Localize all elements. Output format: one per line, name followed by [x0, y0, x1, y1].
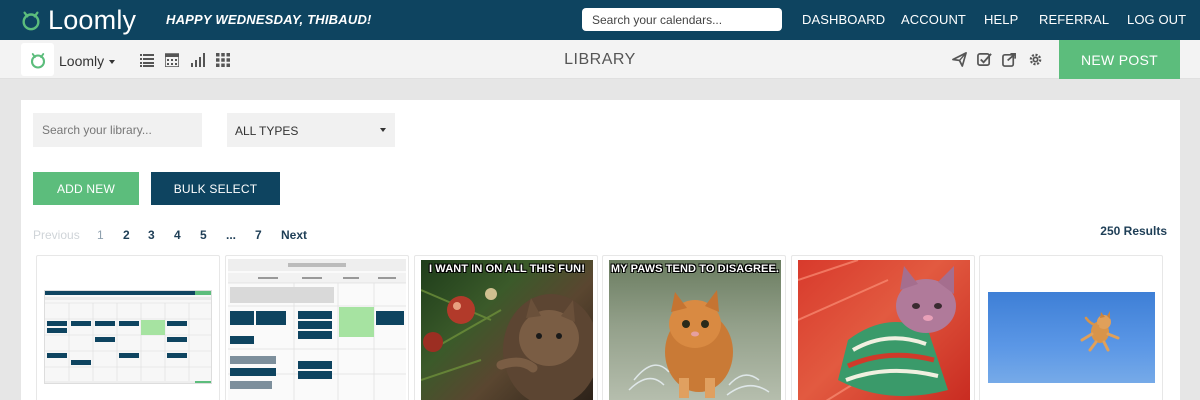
approve-icon[interactable] [977, 52, 992, 67]
cat-meme-thumbnail: MY PAWS TEND TO DISAGREE. [609, 260, 781, 400]
loomly-logo-icon [22, 11, 40, 31]
settings-icon[interactable] [1028, 52, 1043, 67]
cat-meme-image [628, 290, 770, 398]
app-logo[interactable]: Loomly [20, 5, 136, 35]
pagination-page[interactable]: 7 [255, 228, 262, 242]
pagination-ellipsis: ... [226, 228, 237, 242]
library-item[interactable]: MY PAWS TEND TO DISAGREE. [602, 255, 786, 400]
greeting-text: HAPPY WEDNESDAY, THIBAUD! [166, 12, 372, 27]
new-post-button[interactable]: NEW POST [1059, 40, 1180, 79]
pagination-page[interactable]: 4 [174, 228, 181, 242]
chevron-down-icon [380, 128, 386, 132]
top-bar: Loomly HAPPY WEDNESDAY, THIBAUD! DASHBOA… [0, 0, 1200, 40]
pagination-page[interactable]: 2 [123, 228, 130, 242]
nav-referral[interactable]: REFERRAL [1039, 12, 1109, 27]
library-item[interactable] [225, 255, 409, 400]
nav-log-out[interactable]: LOG OUT [1127, 12, 1186, 27]
pagination-page[interactable]: 3 [148, 228, 155, 242]
calendar-screenshot-image [45, 291, 211, 383]
calendar-week-thumbnail [228, 259, 406, 400]
calendar-switcher[interactable]: Loomly [59, 53, 116, 69]
meme-caption: I WANT IN ON ALL THIS FUN! [429, 263, 585, 275]
calendar-search-input[interactable] [582, 8, 782, 31]
meme-caption: MY PAWS TEND TO DISAGREE. [610, 263, 780, 275]
pagination-page[interactable]: 1 [97, 228, 104, 242]
pagination-page[interactable]: 5 [200, 228, 207, 242]
cat-photo-image [798, 260, 956, 400]
results-count: 250 Results [1100, 224, 1167, 238]
sub-toolbar: Loomly LIBRARY [0, 40, 1200, 79]
pagination-next[interactable]: Next [281, 228, 307, 242]
library-item[interactable] [36, 255, 220, 400]
nav-dashboard[interactable]: DASHBOARD [802, 12, 885, 27]
add-new-button[interactable]: ADD NEW [33, 172, 139, 205]
cat-photo-image [1080, 311, 1120, 352]
send-icon[interactable] [952, 52, 967, 67]
cat-meme-image [421, 288, 593, 400]
list-view-icon[interactable] [140, 53, 154, 67]
library-search-input[interactable] [33, 113, 202, 147]
library-panel: ALL TYPES ADD NEW BULK SELECT Previous 1… [21, 100, 1180, 400]
page-title: LIBRARY [564, 51, 636, 68]
cat-meme-thumbnail: I WANT IN ON ALL THIS FUN! [421, 260, 593, 400]
library-item[interactable]: I WANT IN ON ALL THIS FUN! [414, 255, 598, 400]
type-filter-value: ALL TYPES [235, 124, 299, 138]
analytics-icon[interactable] [191, 53, 205, 67]
cat-photo-thumbnail [798, 260, 970, 400]
calendar-week-image [228, 259, 406, 400]
chevron-down-icon [109, 60, 116, 65]
app-name: Loomly [48, 4, 137, 35]
calendar-view-icon[interactable] [165, 53, 179, 67]
grid-view-icon[interactable] [216, 53, 230, 67]
share-icon[interactable] [1002, 52, 1017, 67]
bulk-select-button[interactable]: BULK SELECT [151, 172, 280, 205]
pagination-previous[interactable]: Previous [33, 228, 80, 242]
type-filter-select[interactable]: ALL TYPES [227, 113, 395, 147]
library-item[interactable] [979, 255, 1163, 400]
calendar-name: Loomly [59, 53, 105, 69]
calendar-avatar[interactable] [21, 43, 54, 76]
nav-account[interactable]: ACCOUNT [901, 12, 966, 27]
calendar-logo-icon [30, 52, 45, 69]
nav-help[interactable]: HELP [984, 12, 1018, 27]
cat-photo-thumbnail [988, 292, 1155, 383]
library-item[interactable] [791, 255, 975, 400]
calendar-screenshot-thumbnail [44, 290, 212, 384]
